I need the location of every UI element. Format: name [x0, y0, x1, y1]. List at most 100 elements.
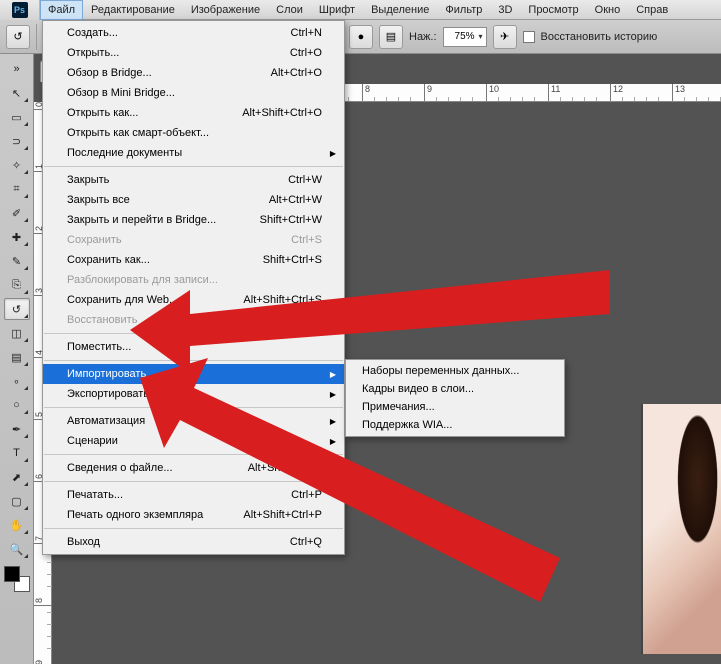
menu-item: Сохранить Ctrl+S [43, 230, 344, 250]
menu-item[interactable]: Сохранить для Web... Alt+Shift+Ctrl+S [43, 290, 344, 310]
brush-panel-icon[interactable]: ▤ [379, 25, 403, 49]
menu-фильтр[interactable]: Фильтр [437, 0, 490, 20]
zoom-tool[interactable]: 🔍 [4, 538, 30, 560]
menu-слои[interactable]: Слои [268, 0, 311, 20]
gradient-tool[interactable]: ▤ [4, 346, 30, 368]
clone-stamp-tool[interactable]: ⎘ [4, 274, 30, 296]
move-tool-icon: ↖ [12, 87, 21, 100]
menu-item-label: Сохранить как... [67, 254, 150, 266]
menu-item[interactable]: Поместить... [43, 337, 344, 357]
move-tool[interactable]: ↖ [4, 82, 30, 104]
menu-item[interactable]: Закрыть и перейти в Bridge...Shift+Ctrl+… [43, 210, 344, 230]
history-brush-tool-icon: ↺ [12, 303, 21, 316]
ruler-tick: 9 [424, 84, 432, 102]
menu-item[interactable]: Сведения о файле... Alt+Shift+Ctrl+I [43, 458, 344, 478]
menu-шрифт[interactable]: Шрифт [311, 0, 363, 20]
menu-item-shortcut: Ctrl+W [288, 174, 322, 186]
menu-item[interactable]: Открыть...Ctrl+O [43, 43, 344, 63]
menu-item[interactable]: Экспортировать [43, 384, 344, 404]
menu-item[interactable]: Печать одного экземпляра Alt+Shift+Ctrl+P [43, 505, 344, 525]
menu-выделение[interactable]: Выделение [363, 0, 437, 20]
menu-item[interactable]: Сохранить как...Shift+Ctrl+S [43, 250, 344, 270]
menu-bar: Ps ФайлРедактированиеИзображениеСлоиШриф… [0, 0, 721, 20]
app-logo-corner[interactable]: Ps [0, 0, 40, 20]
magic-wand-tool[interactable]: ✧ [4, 154, 30, 176]
menu-просмотр[interactable]: Просмотр [520, 0, 586, 20]
dodge-tool-icon: ○ [13, 399, 20, 411]
menu-item[interactable]: Сценарии [43, 431, 344, 451]
tool-preset-icon[interactable]: ↺ [6, 25, 30, 49]
menu-файл[interactable]: Файл [40, 0, 83, 20]
restore-history-label: Восстановить историю [541, 31, 658, 43]
menu-item-shortcut: Alt+Shift+Ctrl+I [248, 462, 322, 474]
menu-item-label: Автоматизация [67, 415, 145, 427]
color-swatches[interactable] [4, 566, 30, 592]
submenu-item[interactable]: Примечания... [346, 398, 564, 416]
menu-item-label: Сохранить [67, 234, 122, 246]
menu-item-label: Сведения о файле... [67, 462, 173, 474]
rectangle-tool[interactable]: ▢ [4, 490, 30, 512]
menu-item-shortcut: Alt+Ctrl+O [271, 67, 322, 79]
pen-tool[interactable]: ✒ [4, 418, 30, 440]
blur-tool[interactable]: ∘ [4, 370, 30, 392]
document-image [641, 404, 721, 654]
clone-stamp-tool-icon: ⎘ [12, 279, 21, 292]
menu-3d[interactable]: 3D [490, 0, 520, 20]
menu-item[interactable]: Обзор в Mini Bridge... [43, 83, 344, 103]
menu-separator [44, 166, 343, 167]
marquee-tool[interactable]: ▭ [4, 106, 30, 128]
menu-item[interactable]: Печатать...Ctrl+P [43, 485, 344, 505]
eraser-tool[interactable]: ◫ [4, 322, 30, 344]
menu-item[interactable]: Закрыть всеAlt+Ctrl+W [43, 190, 344, 210]
path-selection-tool[interactable]: ⬈ [4, 466, 30, 488]
menu-item-label: Обзор в Bridge... [67, 67, 152, 79]
brush-preset-icon[interactable]: ● [349, 25, 373, 49]
menu-item[interactable]: ВыходCtrl+Q [43, 532, 344, 552]
menu-item[interactable]: Импортировать [43, 364, 344, 384]
menu-item-shortcut: Ctrl+S [291, 234, 322, 246]
history-brush-tool[interactable]: ↺ [4, 298, 30, 320]
menu-item[interactable]: Открыть как смарт-объект... [43, 123, 344, 143]
menu-item-label: Сохранить для Web... [67, 294, 178, 306]
menu-separator [44, 360, 343, 361]
eyedropper-tool[interactable]: ✐ [4, 202, 30, 224]
healing-brush-tool[interactable]: ✚ [4, 226, 30, 248]
rectangle-tool-icon: ▢ [11, 495, 21, 508]
foreground-color-swatch[interactable] [4, 566, 20, 582]
menu-изображение[interactable]: Изображение [183, 0, 268, 20]
lasso-tool[interactable]: ⊃ [4, 130, 30, 152]
menu-item[interactable]: Создать...Ctrl+N [43, 23, 344, 43]
dodge-tool[interactable]: ○ [4, 394, 30, 416]
healing-brush-tool-icon: ✚ [12, 231, 21, 244]
menu-item[interactable]: Обзор в Bridge... Alt+Ctrl+O [43, 63, 344, 83]
airbrush-icon[interactable]: ✈ [493, 25, 517, 49]
collapse-icon[interactable]: » [4, 58, 30, 80]
menu-item-label: Печать одного экземпляра [67, 509, 203, 521]
type-tool[interactable]: T [4, 442, 30, 464]
brush-tool[interactable]: ✎ [4, 250, 30, 272]
menu-редактирование[interactable]: Редактирование [83, 0, 183, 20]
submenu-item[interactable]: Кадры видео в слои... [346, 380, 564, 398]
menu-item-label: Восстановить [67, 314, 137, 326]
menu-item-shortcut: Alt+Shift+Ctrl+P [243, 509, 322, 521]
menu-item[interactable]: Автоматизация [43, 411, 344, 431]
menu-item[interactable]: Последние документы [43, 143, 344, 163]
pressure-dropdown[interactable]: 75% [443, 27, 487, 47]
import-submenu: Наборы переменных данных...Кадры видео в… [345, 359, 565, 437]
menu-item[interactable]: Открыть как...Alt+Shift+Ctrl+O [43, 103, 344, 123]
pen-tool-icon: ✒ [12, 423, 21, 436]
submenu-item[interactable]: Поддержка WIA... [346, 416, 564, 434]
menu-item-shortcut: Alt+Shift+Ctrl+S [243, 294, 322, 306]
restore-history-checkbox[interactable] [523, 31, 535, 43]
submenu-item[interactable]: Наборы переменных данных... [346, 362, 564, 380]
menu-item[interactable]: Закрыть Ctrl+W [43, 170, 344, 190]
crop-tool[interactable]: ⌗ [4, 178, 30, 200]
menu-окно[interactable]: Окно [587, 0, 629, 20]
menu-item-label: Закрыть [67, 174, 109, 186]
menu-item-label: Сценарии [67, 435, 118, 447]
hand-tool[interactable]: ✋ [4, 514, 30, 536]
menu-справ[interactable]: Справ [628, 0, 676, 20]
menu-item-label: Открыть как... [67, 107, 138, 119]
menu-item-label: Выход [67, 536, 100, 548]
magic-wand-tool-icon: ✧ [12, 159, 21, 172]
